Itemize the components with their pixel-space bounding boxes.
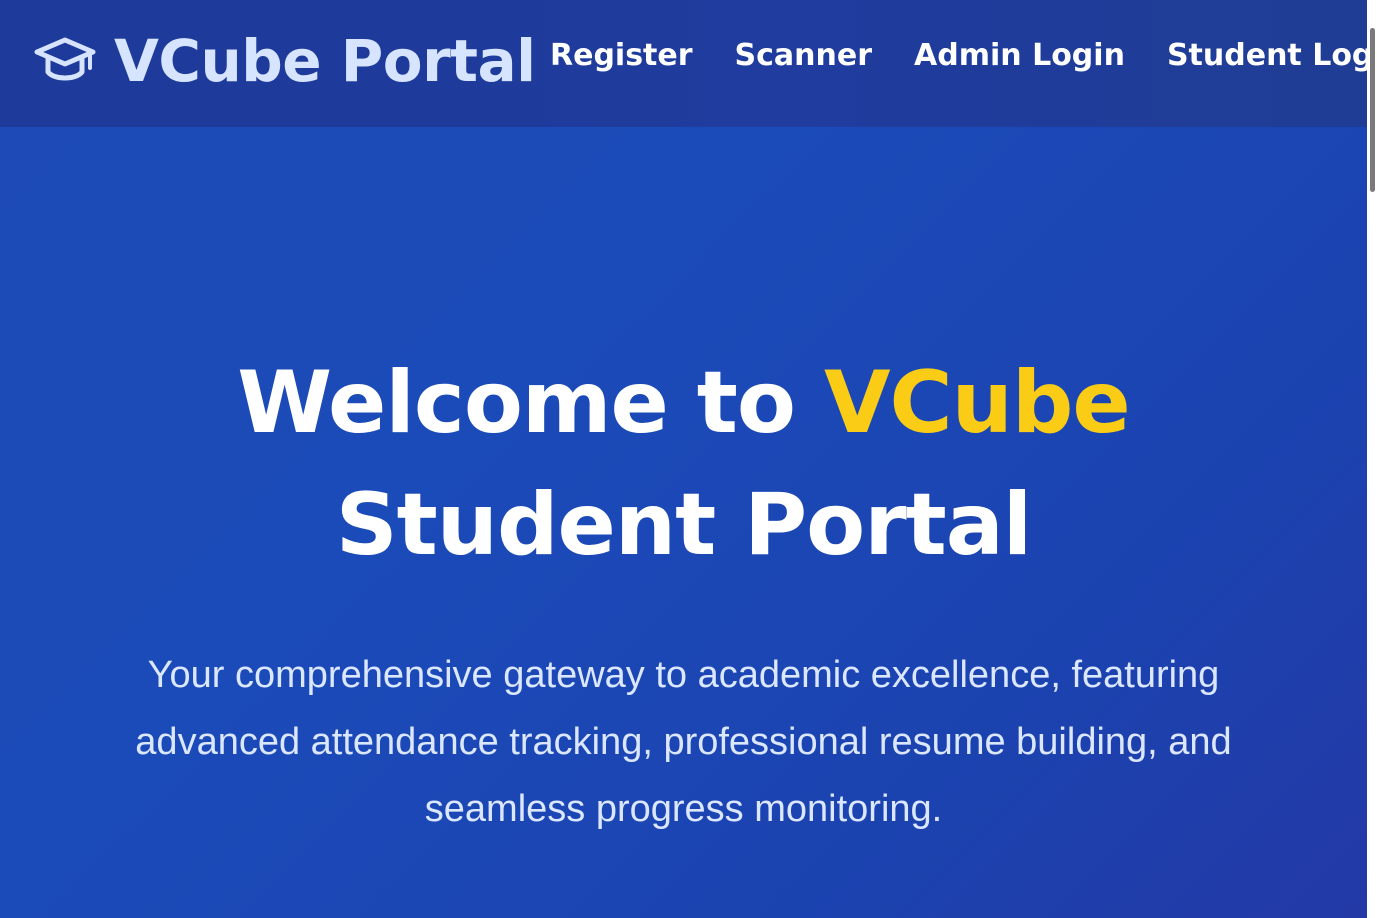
scrollbar-thumb[interactable] — [1370, 28, 1375, 192]
hero-title-prefix: Welcome to — [237, 353, 824, 453]
brand-logo-link[interactable]: VCube Portal — [34, 26, 536, 96]
page-viewport: VCube Portal Register Scanner Admin Logi… — [0, 0, 1367, 918]
hero-subtitle: Your comprehensive gateway to academic e… — [135, 654, 1232, 830]
hero-section: Welcome to VCube Student Portal Your com… — [0, 127, 1367, 918]
nav-link-admin-login[interactable]: Admin Login — [914, 38, 1125, 73]
brand-name: VCube Portal — [114, 27, 536, 95]
nav-link-scanner[interactable]: Scanner — [735, 38, 873, 73]
hero-title-line2: Student Portal — [335, 475, 1033, 575]
hero-title: Welcome to VCube Student Portal — [0, 342, 1367, 586]
nav-links: Register Scanner Admin Login Student Log… — [550, 38, 1367, 73]
navbar: VCube Portal Register Scanner Admin Logi… — [0, 0, 1367, 127]
hero-title-accent: VCube — [823, 353, 1131, 453]
vertical-scrollbar[interactable] — [1367, 0, 1377, 918]
nav-link-register[interactable]: Register — [550, 38, 693, 73]
graduation-cap-icon — [34, 37, 96, 81]
nav-link-student-login[interactable]: Student Login — [1167, 38, 1367, 73]
